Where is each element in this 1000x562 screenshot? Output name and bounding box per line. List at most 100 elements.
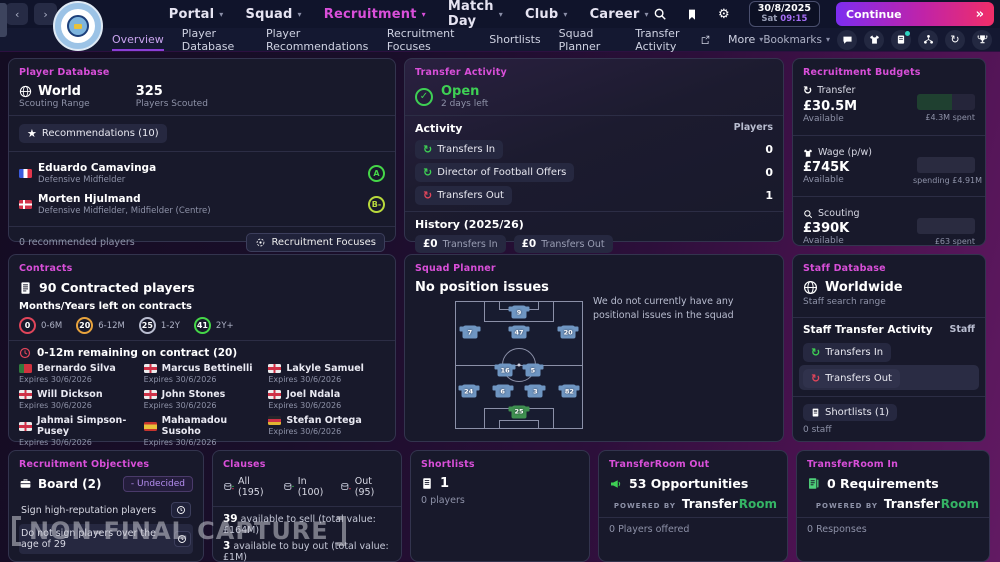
megaphone-icon <box>609 478 622 490</box>
shortlists-panel[interactable]: Shortlists 1 0 players <box>410 450 590 562</box>
tab-transfer-activity[interactable]: Transfer Activity <box>635 27 710 53</box>
transfers-out-row[interactable]: ↻Transfers Out 1 <box>415 186 773 205</box>
tab-player-recommendations[interactable]: Player Recommendations <box>266 27 369 53</box>
nav-recruitment[interactable]: Recruitment▾ <box>324 7 426 22</box>
expiring-player[interactable]: Bernardo SilvaExpires 30/6/2026 <box>19 363 136 384</box>
expiring-player[interactable]: Joel NdalaExpires 30/6/2026 <box>268 389 385 410</box>
formation-shirt[interactable]: 24 <box>461 385 476 398</box>
staff-transfers-out-chip[interactable]: ↻Transfers Out <box>803 369 900 388</box>
section-nav: Overview Player Database Player Recommen… <box>0 28 1000 52</box>
tab-player-database[interactable]: Player Database <box>182 27 248 53</box>
transfer-sync-icon: ↻ <box>803 84 812 97</box>
opportunities-count: 53 Opportunities <box>629 476 748 491</box>
recommended-player-row[interactable]: Eduardo Camavinga Defensive Midfielder A <box>19 158 385 189</box>
bookmarks-menu[interactable]: Bookmarks▾ <box>763 34 830 46</box>
nav-career[interactable]: Career▾ <box>590 7 649 22</box>
inbox-chat-icon[interactable] <box>837 30 857 50</box>
transferroom-in-panel[interactable]: TransferRoom In 0 Requirements POWERED B… <box>796 450 990 562</box>
recommended-player-row[interactable]: Morten Hjulmand Defensive Midfielder, Mi… <box>19 189 385 220</box>
formation-shirt[interactable]: 6 <box>495 385 510 398</box>
staff-database-panel[interactable]: Staff Database Worldwide Staff search ra… <box>792 254 986 442</box>
tab-overview[interactable]: Overview <box>112 33 164 51</box>
recruitment-budgets-panel[interactable]: Recruitment Budgets ↻Transfer £30.5M Ava… <box>792 58 986 246</box>
formation-pitch[interactable]: 9 7 47 20 16 5 24 6 3 82 25 <box>455 301 583 429</box>
gear-icon[interactable]: ⚙ <box>713 3 735 25</box>
magnifier-icon <box>803 209 813 219</box>
history-transfers-in-chip[interactable]: £0Transfers In <box>415 235 506 253</box>
double-chevron-right-icon: » <box>976 7 984 22</box>
non-final-capture-watermark: NON-FINAL CAPTURE <box>12 516 346 546</box>
game-date[interactable]: 30/8/2025 Sat 09:15 <box>749 1 820 27</box>
contract-band-2y-plus[interactable]: 412Y+ <box>194 317 234 334</box>
bookmark-icon[interactable] <box>681 3 703 25</box>
notes-card-icon[interactable] <box>891 30 911 50</box>
contract-band-6-12m[interactable]: 206-12M <box>76 317 125 334</box>
tab-squad-planner[interactable]: Squad Planner <box>559 27 618 53</box>
formation-shirt[interactable]: 16 <box>498 364 513 377</box>
tab-more[interactable]: More▾ <box>728 33 763 46</box>
staff-shortlists-button[interactable]: Shortlists (1) <box>803 404 897 421</box>
tab-shortlists[interactable]: Shortlists <box>489 33 540 46</box>
formation-shirt[interactable]: 3 <box>528 385 543 398</box>
flag-icon <box>19 200 32 209</box>
nav-squad[interactable]: Squad▾ <box>246 7 302 22</box>
trophy-icon[interactable] <box>972 30 992 50</box>
transferroom-out-panel[interactable]: TransferRoom Out 53 Opportunities POWERE… <box>598 450 788 562</box>
budget-bar <box>917 157 975 173</box>
nav-portal[interactable]: Portal▾ <box>169 7 224 22</box>
expiring-player[interactable]: Marcus BettinelliExpires 30/6/2026 <box>144 363 261 384</box>
club-crest[interactable] <box>53 1 103 51</box>
formation-shirt[interactable]: 47 <box>512 326 527 339</box>
formation-shirt[interactable]: 82 <box>562 385 577 398</box>
formation-shirt[interactable]: 20 <box>561 326 576 339</box>
player-database-panel[interactable]: Player Database World Scouting Range 325… <box>8 58 396 242</box>
activity-header: Activity <box>415 122 462 135</box>
clauses-out-chip[interactable]: Out (95) <box>340 476 391 498</box>
formation-shirt-goalkeeper[interactable]: 25 <box>512 405 527 418</box>
clauses-all-chip[interactable]: All (195) <box>223 476 275 498</box>
players-scouted-value: 325 <box>136 84 163 99</box>
clauses-in-chip[interactable]: In (100) <box>283 476 332 498</box>
expiring-player[interactable]: John StonesExpires 30/6/2026 <box>144 389 261 410</box>
flag-icon <box>268 390 281 399</box>
panel-title: Player Database <box>19 67 385 78</box>
expiring-player[interactable]: Stefan OrtegaExpires 30/6/2026 <box>268 415 385 447</box>
budget-bar <box>917 218 975 234</box>
nav-club[interactable]: Club▾ <box>525 7 568 22</box>
transfer-activity-panel[interactable]: Transfer Activity ✓ Open 2 days left Act… <box>404 58 784 242</box>
contract-band-0-6m[interactable]: 00-6M <box>19 317 62 334</box>
months-left-label: Months/Years left on contracts <box>19 301 385 312</box>
formation-shirt[interactable]: 9 <box>512 306 527 319</box>
flag-icon <box>19 364 32 373</box>
contract-band-1-2y[interactable]: 251-2Y <box>139 317 180 334</box>
expiring-player[interactable]: Mahamadou SusohoExpires 30/6/2026 <box>144 415 261 447</box>
history-transfers-out-chip[interactable]: £0Transfers Out <box>514 235 613 253</box>
staff-transfers-in-chip[interactable]: ↻Transfers In <box>803 343 891 362</box>
transfers-in-row[interactable]: ↻Transfers In 0 <box>415 140 773 159</box>
chevron-down-icon: ▾ <box>422 10 426 19</box>
transferroom-brand: POWERED BY TransferRoom <box>807 497 979 511</box>
dof-offers-row[interactable]: ↻Director of Football Offers 0 <box>415 163 773 182</box>
recommendations-button[interactable]: ★ Recommendations (10) <box>19 124 167 143</box>
expiring-player[interactable]: Lakyle SamuelExpires 30/6/2026 <box>268 363 385 384</box>
nav-match-day[interactable]: Match Day▾ <box>448 0 503 29</box>
position-issues-note: We do not currently have any positional … <box>593 295 765 323</box>
formation-shirt[interactable]: 5 <box>525 364 540 377</box>
history-back-button[interactable]: ‹ <box>6 3 28 25</box>
formation-shirt[interactable]: 7 <box>462 326 477 339</box>
clock-icon <box>19 347 31 359</box>
chevron-down-icon: ▾ <box>499 10 503 19</box>
contracts-panel[interactable]: Contracts 90 Contracted players Months/Y… <box>8 254 396 442</box>
continue-button[interactable]: Continue » <box>836 2 994 26</box>
expiring-player[interactable]: Jahmai Simpson-PuseyExpires 30/6/2026 <box>19 415 136 447</box>
recruitment-focuses-button[interactable]: Recruitment Focuses <box>246 233 385 252</box>
search-icon[interactable] <box>649 3 671 25</box>
expiring-player[interactable]: Will DicksonExpires 30/6/2026 <box>19 389 136 410</box>
players-column-header: Players <box>734 122 773 135</box>
tab-recruitment-focuses[interactable]: Recruitment Focuses <box>387 27 471 53</box>
squad-shirt-icon[interactable] <box>864 30 884 50</box>
org-network-icon[interactable] <box>918 30 938 50</box>
squad-planner-panel[interactable]: Squad Planner No position issues We do n… <box>404 254 784 442</box>
sync-icon[interactable]: ↻ <box>945 30 965 50</box>
transferroom-brand: POWERED BY TransferRoom <box>609 497 777 511</box>
